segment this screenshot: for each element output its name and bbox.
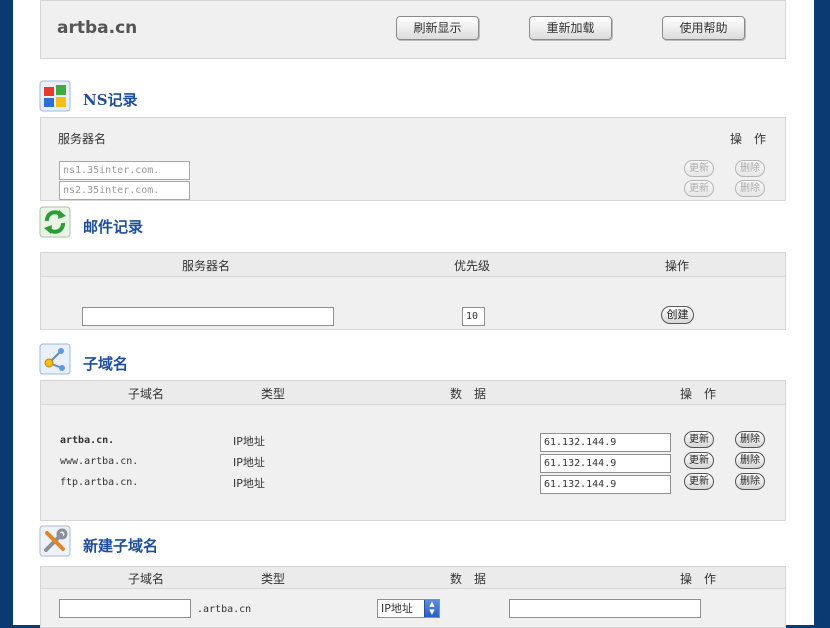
subdomain-delete-button-2[interactable]: 删除: [735, 452, 765, 469]
subdomain-name-1: artba.cn.: [60, 435, 115, 446]
ns-col-server: 服务器名: [58, 132, 107, 146]
subdomain-type-1: IP地址: [233, 435, 265, 448]
select-arrows-icon: ▲ ▼: [424, 600, 439, 617]
new-subdomain-name-input[interactable]: [59, 599, 191, 618]
subdomain-data-input-1[interactable]: 61.132.144.9: [540, 433, 671, 452]
subdomain-type-3: IP地址: [233, 477, 265, 490]
network-icon: [39, 343, 71, 375]
new-subdomain-col-name: 子域名: [128, 572, 165, 586]
subdomain-col-data: 数 据: [450, 387, 487, 401]
subdomain-col-action: 操 作: [680, 387, 717, 401]
ns-delete-button-2[interactable]: 删除: [735, 180, 765, 197]
new-subdomain-panel: 子域名 类型 数 据 操 作 .artba.cn IP地址 ▲ ▼: [40, 566, 786, 628]
ns-panel: 服务器名 操 作 ns1.35inter.com. 更新 删除 ns2.35in…: [40, 117, 786, 201]
refresh-arrows-icon: [39, 206, 71, 238]
subdomain-panel: 子域名 类型 数 据 操 作 artba.cn. IP地址 61.132.144…: [40, 380, 786, 521]
ns-delete-button-1[interactable]: 删除: [735, 160, 765, 177]
new-subdomain-suffix: .artba.cn: [197, 604, 252, 615]
subdomain-delete-button-1[interactable]: 删除: [735, 431, 765, 448]
new-subdomain-col-action: 操 作: [680, 572, 717, 586]
ns-update-button-1[interactable]: 更新: [684, 160, 714, 177]
mail-priority-input[interactable]: 10: [462, 307, 485, 326]
subdomain-update-button-2[interactable]: 更新: [684, 452, 714, 469]
header-panel: artba.cn 刷新显示 重新加载 使用帮助: [40, 0, 786, 59]
mail-create-button[interactable]: 创建: [661, 306, 694, 324]
help-button[interactable]: 使用帮助: [662, 16, 745, 40]
subdomain-type-2: IP地址: [233, 456, 265, 469]
mail-col-priority: 优先级: [454, 259, 491, 273]
new-subdomain-col-type: 类型: [261, 572, 286, 586]
subdomain-section-title: 子域名: [83, 355, 129, 373]
ns-server-input-1[interactable]: ns1.35inter.com.: [59, 161, 190, 180]
subdomain-update-button-1[interactable]: 更新: [684, 431, 714, 448]
refresh-button[interactable]: 刷新显示: [396, 16, 479, 40]
new-subdomain-data-input[interactable]: [509, 599, 701, 618]
reload-button[interactable]: 重新加载: [529, 16, 612, 40]
domain-name: artba.cn: [57, 18, 138, 38]
mail-col-server: 服务器名: [182, 259, 231, 273]
mail-section-title: 邮件记录: [83, 218, 144, 236]
mail-col-action: 操作: [665, 259, 690, 273]
subdomain-update-button-3[interactable]: 更新: [684, 473, 714, 490]
subdomain-data-input-3[interactable]: 61.132.144.9: [540, 475, 671, 494]
subdomain-data-input-2[interactable]: 61.132.144.9: [540, 454, 671, 473]
ns-server-input-2[interactable]: ns2.35inter.com.: [59, 181, 190, 200]
new-subdomain-type-value: IP地址: [381, 602, 413, 615]
new-subdomain-col-data: 数 据: [450, 572, 487, 586]
new-subdomain-type-select[interactable]: IP地址 ▲ ▼: [377, 599, 440, 618]
windows-flag-icon: [39, 80, 71, 112]
mail-server-input[interactable]: [82, 307, 334, 326]
subdomain-name-2: www.artba.cn.: [60, 456, 139, 467]
subdomain-col-type: 类型: [261, 387, 286, 401]
ns-section-title: NS记录: [83, 91, 138, 109]
ns-update-button-2[interactable]: 更新: [684, 180, 714, 197]
new-subdomain-section-title: 新建子域名: [83, 537, 159, 555]
subdomain-delete-button-3[interactable]: 删除: [735, 473, 765, 490]
subdomain-name-3: ftp.artba.cn.: [60, 477, 139, 488]
ns-col-action: 操 作: [730, 132, 767, 146]
tools-icon: [39, 525, 71, 557]
dns-manager-page: artba.cn 刷新显示 重新加载 使用帮助 NS记录 服务器名 操 作 ns…: [13, 0, 814, 628]
subdomain-col-name: 子域名: [128, 387, 165, 401]
mail-panel: 服务器名 优先级 操作 10 创建: [40, 252, 786, 330]
